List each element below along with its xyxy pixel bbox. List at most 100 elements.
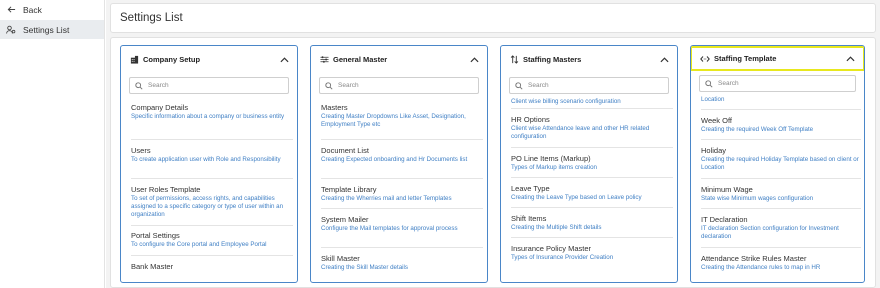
chevron-up-icon[interactable] — [659, 55, 669, 65]
search-placeholder: Search — [338, 82, 359, 89]
item-name: Template Library — [321, 185, 377, 194]
item-description: Client wise Attendance leave and other H… — [511, 125, 650, 140]
item-description: Creating the Skill Master details — [321, 264, 409, 271]
item-name: Insurance Policy Master — [511, 244, 592, 253]
list-item[interactable]: System Mailer Configure the Mail templat… — [321, 209, 483, 248]
settings-list: Masters Creating Master Dropdowns Like A… — [321, 101, 483, 278]
card-header[interactable]: General Master — [311, 46, 487, 73]
item-description: IT declaration Section configuration for… — [701, 225, 839, 240]
arrow-left-icon — [6, 5, 16, 15]
item-description: Client wise billing scenario configurati… — [511, 98, 621, 105]
sidebar: Back Settings List — [0, 0, 105, 288]
list-item[interactable]: Bank Master — [131, 256, 293, 278]
card-header[interactable]: Staffing Template — [691, 46, 864, 71]
sidebar-item-label: Settings List — [23, 24, 70, 35]
item-description: Creating the required Week Off Template — [701, 126, 814, 133]
item-name: HR Options — [511, 115, 550, 124]
list-item[interactable]: Client wise billing scenario configurati… — [511, 95, 673, 109]
item-name: PO Line Items (Markup) — [511, 154, 591, 163]
list-item[interactable]: PO Line Items (Markup) Types of Markup i… — [511, 148, 673, 178]
search-placeholder: Search — [148, 82, 169, 89]
chevron-up-icon[interactable] — [469, 55, 479, 65]
card-header[interactable]: Company Setup — [121, 46, 297, 73]
card-staffing-template: Staffing Template Search Location Week O… — [690, 45, 865, 283]
search-icon — [325, 81, 333, 90]
item-description: Types of Insurance Provider Creation — [511, 254, 614, 261]
card-title: General Master — [333, 55, 388, 64]
list-item[interactable]: Holiday Creating the required Holiday Te… — [701, 140, 861, 179]
back-link[interactable]: Back — [0, 0, 104, 19]
list-item[interactable]: Minimum Wage State wise Minimum wages co… — [701, 179, 861, 209]
sidebar-item-settings-list[interactable]: Settings List — [0, 20, 104, 39]
chevron-up-icon[interactable] — [845, 54, 855, 64]
list-item[interactable]: Template Library Creating the Wherries m… — [321, 179, 483, 209]
item-name: System Mailer — [321, 215, 369, 224]
list-item[interactable]: Company Details Specific information abo… — [131, 101, 293, 140]
list-item[interactable]: Leave Type Creating the Leave Type based… — [511, 178, 673, 208]
search-icon — [135, 81, 143, 90]
list-item[interactable]: Insurance Policy Master Types of Insuran… — [511, 238, 673, 268]
list-item[interactable]: Masters Creating Master Dropdowns Like A… — [321, 101, 483, 140]
users-gear-icon — [6, 25, 16, 35]
search-input[interactable]: Search — [509, 77, 669, 94]
item-description: Creating the Leave Type based on Leave p… — [511, 194, 642, 201]
card-staffing-masters: Staffing Masters Search Client wise bill… — [500, 45, 678, 283]
list-item[interactable]: Document List Creating Expected onboardi… — [321, 140, 483, 179]
item-name: IT Declaration — [701, 215, 748, 224]
search-icon — [705, 79, 713, 88]
item-name: Attendance Strike Rules Master — [701, 254, 807, 263]
sort-arrows-icon — [509, 55, 519, 65]
list-item[interactable]: IT Declaration IT declaration Section co… — [701, 209, 861, 248]
search-placeholder: Search — [718, 80, 739, 87]
item-name: Masters — [321, 103, 348, 112]
code-icon — [700, 54, 710, 64]
search-input[interactable]: Search — [319, 77, 479, 94]
item-name: Skill Master — [321, 254, 360, 263]
search-icon — [515, 81, 523, 90]
list-item[interactable]: HR Options Client wise Attendance leave … — [511, 109, 673, 148]
item-name: Shift Items — [511, 214, 547, 223]
list-item[interactable]: User Roles Template To set of permission… — [131, 179, 293, 226]
settings-list: Company Details Specific information abo… — [131, 101, 293, 278]
card-header[interactable]: Staffing Masters — [501, 46, 677, 73]
item-name: Leave Type — [511, 184, 550, 193]
chevron-up-icon[interactable] — [279, 55, 289, 65]
card-title: Company Setup — [143, 55, 201, 64]
item-name: Document List — [321, 146, 369, 155]
item-description: State wise Minimum wages configuration — [701, 195, 814, 202]
item-description: Creating the Multiple Shift details — [511, 224, 602, 231]
item-description: To create application user with Role and… — [131, 156, 281, 163]
building-icon — [129, 55, 139, 65]
list-item[interactable]: Portal Settings To configure the Core po… — [131, 226, 293, 256]
item-description: Creating Expected onboarding and Hr Docu… — [321, 156, 468, 163]
item-description: Specific information about a company or … — [131, 113, 285, 120]
list-item[interactable]: Week Off Creating the required Week Off … — [701, 110, 861, 140]
item-description: Creating Master Dropdowns Like Asset, De… — [321, 113, 466, 128]
item-description: Location — [701, 96, 725, 103]
card-title: Staffing Template — [714, 54, 777, 63]
item-name: Bank Master — [131, 262, 174, 271]
settings-list: Location Week Off Creating the required … — [701, 95, 861, 278]
back-label: Back — [23, 4, 42, 15]
list-item[interactable]: Users To create application user with Ro… — [131, 140, 293, 179]
item-name: Minimum Wage — [701, 185, 753, 194]
list-item[interactable]: Location — [701, 96, 861, 110]
item-description: Creating the required Holiday Template b… — [701, 156, 859, 171]
item-name: Company Details — [131, 103, 189, 112]
card-company-setup: Company Setup Search Company Details Spe… — [120, 45, 298, 283]
search-input[interactable]: Search — [699, 75, 856, 92]
item-name: User Roles Template — [131, 185, 201, 194]
item-description: To configure the Core portal and Employe… — [131, 241, 267, 248]
card-title: Staffing Masters — [523, 55, 582, 64]
settings-list: Client wise billing scenario configurati… — [511, 95, 673, 268]
list-item[interactable]: Skill Master Creating the Skill Master d… — [321, 248, 483, 278]
list-item[interactable]: Attendance Strike Rules Master Creating … — [701, 248, 861, 278]
item-name: Holiday — [701, 146, 727, 155]
page-title: Settings List — [120, 12, 183, 24]
list-item[interactable]: Shift Items Creating the Multiple Shift … — [511, 208, 673, 238]
card-general-master: General Master Search Masters Creating M… — [310, 45, 488, 283]
search-input[interactable]: Search — [129, 77, 289, 94]
item-description: Creating the Attendance rules to map in … — [701, 264, 821, 271]
item-name: Portal Settings — [131, 231, 180, 240]
item-description: Configure the Mail templates for approva… — [321, 225, 458, 232]
